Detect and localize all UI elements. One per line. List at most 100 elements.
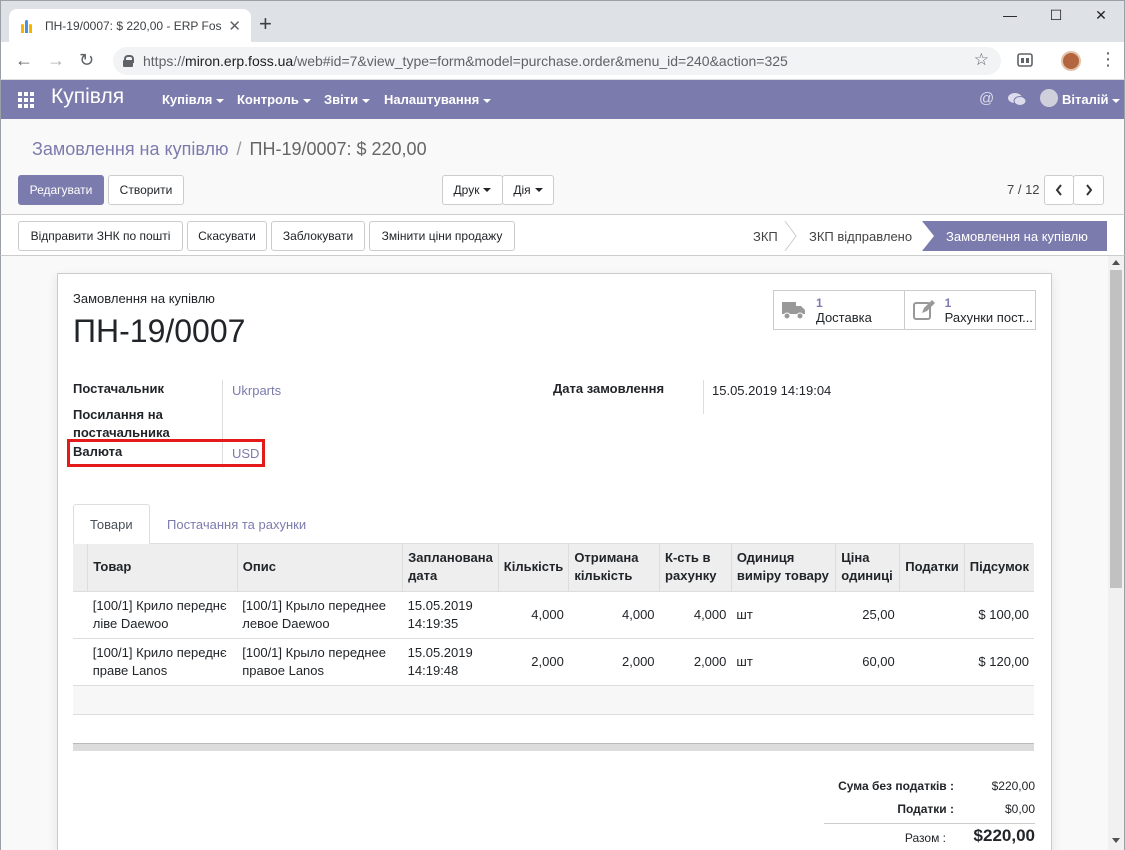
lock-button[interactable]: Заблокувати bbox=[271, 221, 365, 251]
column-header[interactable]: Опис bbox=[236, 544, 403, 591]
stage-rfq-sent[interactable]: ЗКП відправлено bbox=[809, 221, 912, 251]
chevron-down-icon bbox=[1112, 98, 1121, 103]
document-number: ПН-19/0007 bbox=[73, 313, 246, 349]
table-row[interactable]: [100/1] Крило переднє праве Lanos [100/1… bbox=[73, 637, 1034, 685]
vertical-scrollbar[interactable] bbox=[1108, 256, 1125, 850]
action-dropdown[interactable]: Дія bbox=[502, 175, 554, 205]
bookmark-star-icon[interactable]: ☆ bbox=[974, 50, 989, 70]
date-cell[interactable]: 15.05.2019 14:19:48 bbox=[402, 637, 499, 685]
menu-kebab-icon[interactable]: ⋮ bbox=[1099, 50, 1117, 68]
empty-table-row bbox=[73, 685, 1034, 715]
field-separator bbox=[703, 380, 704, 414]
print-dropdown[interactable]: Друк bbox=[442, 175, 503, 205]
stage-rfq[interactable]: ЗКП bbox=[753, 221, 778, 251]
column-header[interactable]: Товар bbox=[87, 544, 238, 591]
create-button[interactable]: Створити bbox=[108, 175, 184, 205]
send-rfq-email-button[interactable]: Відправити ЗНК по пошті bbox=[18, 221, 183, 251]
column-header[interactable]: Одиниця виміру товару bbox=[730, 544, 836, 591]
chevron-down-icon bbox=[216, 98, 225, 103]
browser-tab-bar: ПН-19/0007: $ 220,00 - ERP Foss ✕ + — ☐ … bbox=[0, 0, 1125, 43]
user-menu[interactable]: Віталій bbox=[1062, 92, 1121, 107]
tab-products[interactable]: Товари bbox=[73, 504, 150, 544]
description-cell[interactable]: [100/1] Крыло переднее правое Lanos bbox=[237, 637, 403, 685]
minimize-icon[interactable]: — bbox=[987, 7, 1033, 23]
change-sale-prices-button[interactable]: Змінити ціни продажу bbox=[369, 221, 515, 251]
chevron-down-icon bbox=[483, 98, 492, 103]
taxes-cell[interactable] bbox=[899, 637, 965, 685]
subtotal-cell[interactable]: $ 100,00 bbox=[964, 590, 1034, 638]
chevron-down-icon bbox=[362, 98, 371, 103]
order-date-label: Дата замовлення bbox=[553, 381, 665, 396]
column-header[interactable]: Кількість bbox=[497, 544, 569, 591]
date-cell[interactable]: 15.05.2019 14:19:35 bbox=[402, 590, 499, 638]
column-header[interactable]: Запланована дата bbox=[402, 544, 499, 591]
menu-settings[interactable]: Налаштування bbox=[384, 92, 492, 107]
edit-icon bbox=[913, 300, 935, 320]
taxes-cell[interactable] bbox=[899, 590, 965, 638]
table-footer bbox=[73, 743, 1034, 751]
user-avatar[interactable] bbox=[1040, 89, 1058, 107]
column-header[interactable]: Отримана кількість bbox=[568, 544, 660, 591]
product-cell[interactable]: [100/1] Крило переднє ліве Daewoo bbox=[87, 590, 238, 638]
maximize-icon[interactable]: ☐ bbox=[1033, 7, 1079, 24]
truck-icon bbox=[782, 302, 805, 320]
order-date-field[interactable]: 15.05.2019 14:19:04 bbox=[712, 383, 831, 398]
quantity-cell[interactable]: 2,000 bbox=[498, 637, 569, 685]
url-input[interactable]: https://miron.erp.foss.ua/web#id=7&view_… bbox=[113, 47, 1001, 75]
price-cell[interactable]: 60,00 bbox=[835, 637, 900, 685]
delivery-smart-button[interactable]: 1 Доставка bbox=[773, 290, 905, 330]
total-value: $220,00 bbox=[973, 826, 1035, 845]
product-cell[interactable]: [100/1] Крило переднє праве Lanos bbox=[87, 637, 238, 685]
chat-icon[interactable] bbox=[1008, 92, 1026, 107]
new-tab-icon[interactable]: + bbox=[259, 13, 272, 35]
column-header[interactable]: Податки bbox=[899, 544, 965, 591]
chevron-right-icon bbox=[1085, 184, 1092, 196]
chevron-down-icon bbox=[483, 188, 492, 192]
billed-cell[interactable]: 2,000 bbox=[659, 637, 732, 685]
menu-purchase[interactable]: Купівля bbox=[162, 92, 225, 107]
pager-next-button[interactable] bbox=[1073, 175, 1104, 205]
chevron-down-icon bbox=[534, 188, 543, 192]
bills-label: Рахунки пост... bbox=[944, 309, 1033, 325]
scroll-thumb[interactable] bbox=[1110, 270, 1122, 588]
mentions-icon[interactable]: @ bbox=[979, 90, 994, 107]
browser-tab[interactable]: ПН-19/0007: $ 220,00 - ERP Foss ✕ bbox=[9, 9, 251, 43]
received-cell[interactable]: 4,000 bbox=[568, 590, 660, 638]
description-cell[interactable]: [100/1] Крыло переднее левое Daewoo bbox=[237, 590, 403, 638]
pager-prev-button[interactable] bbox=[1044, 175, 1074, 205]
apps-grid-icon[interactable] bbox=[18, 92, 34, 108]
uom-cell[interactable]: шт bbox=[731, 590, 836, 638]
billed-cell[interactable]: 4,000 bbox=[659, 590, 732, 638]
table-row[interactable]: [100/1] Крило переднє ліве Daewoo [100/1… bbox=[73, 590, 1034, 638]
row-handle bbox=[73, 590, 88, 638]
extension-icon[interactable] bbox=[1017, 52, 1033, 68]
received-cell[interactable]: 2,000 bbox=[568, 637, 660, 685]
column-header[interactable]: Підсумок bbox=[963, 544, 1034, 591]
column-header[interactable]: Ціна одиниці bbox=[835, 544, 900, 591]
menu-control[interactable]: Контроль bbox=[237, 92, 311, 107]
forward-icon[interactable]: → bbox=[47, 50, 65, 70]
edit-button[interactable]: Редагувати bbox=[18, 175, 104, 205]
close-tab-icon[interactable]: ✕ bbox=[228, 17, 241, 35]
url-text: https://miron.erp.foss.ua/web#id=7&view_… bbox=[143, 53, 788, 69]
vendor-field[interactable]: Ukrparts bbox=[232, 383, 281, 398]
subtotal-cell[interactable]: $ 120,00 bbox=[964, 637, 1034, 685]
quantity-cell[interactable]: 4,000 bbox=[498, 590, 569, 638]
breadcrumb-parent[interactable]: Замовлення на купівлю bbox=[32, 139, 229, 159]
cancel-button[interactable]: Скасувати bbox=[187, 221, 267, 251]
vendor-bills-smart-button[interactable]: 1 Рахунки пост... bbox=[904, 290, 1036, 330]
profile-avatar[interactable] bbox=[1061, 51, 1081, 71]
price-cell[interactable]: 25,00 bbox=[835, 590, 900, 638]
delivery-count: 1 bbox=[816, 295, 823, 310]
column-header[interactable]: К-сть в рахунку bbox=[659, 544, 732, 591]
table-header-row: Товар Опис Запланована дата Кількість От… bbox=[73, 544, 1034, 591]
breadcrumb: Замовлення на купівлю / ПН-19/0007: $ 220,… bbox=[32, 139, 427, 159]
lock-icon bbox=[123, 55, 134, 67]
menu-reports[interactable]: Звіти bbox=[324, 92, 371, 107]
uom-cell[interactable]: шт bbox=[731, 637, 836, 685]
tab-deliveries-invoices[interactable]: Постачання та рахунки bbox=[151, 504, 322, 544]
back-icon[interactable]: ← bbox=[15, 50, 33, 70]
close-window-icon[interactable]: ✕ bbox=[1078, 7, 1124, 24]
pager-value[interactable]: 7 / 12 bbox=[1007, 182, 1040, 197]
reload-icon[interactable]: ↻ bbox=[79, 50, 94, 70]
